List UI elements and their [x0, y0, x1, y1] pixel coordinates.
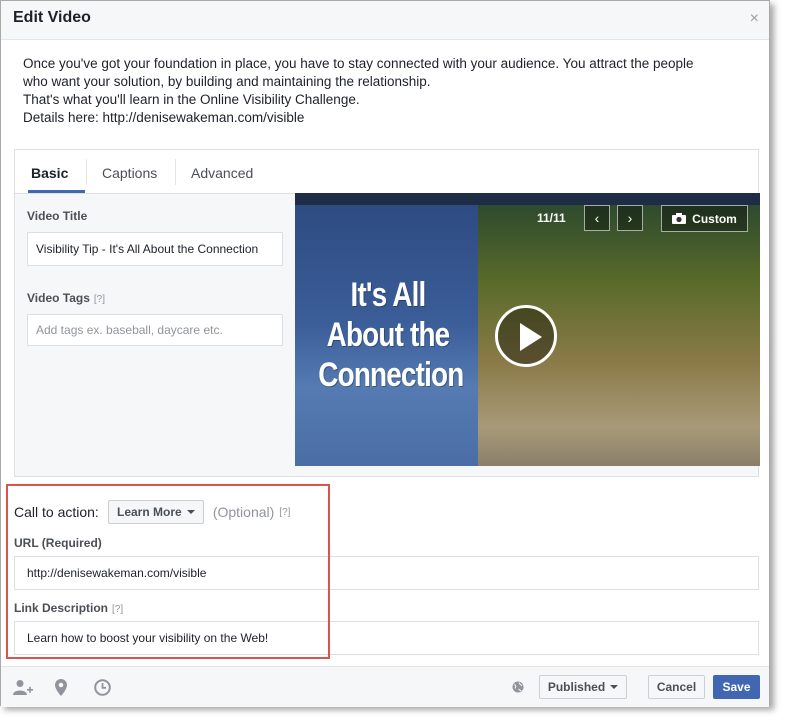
- privacy-dropdown[interactable]: Published: [539, 675, 627, 699]
- save-button[interactable]: Save: [713, 675, 760, 699]
- video-tags-label-text: Video Tags: [27, 291, 90, 305]
- tab-divider: [175, 159, 176, 185]
- link-description-label-text: Link Description: [14, 601, 109, 615]
- dialog-header: Edit Video ×: [1, 1, 769, 40]
- tag-people-icon[interactable]: [13, 679, 33, 695]
- dialog-title: Edit Video: [13, 9, 91, 26]
- video-tags-label: Video Tags [?]: [27, 291, 105, 305]
- description-line: Details here: http://denisewakeman.com/v…: [23, 110, 305, 125]
- custom-thumbnail-label: Custom: [692, 211, 737, 226]
- call-to-action-row: Call to action: Learn More (Optional) [?…: [14, 499, 290, 525]
- camera-icon: [672, 213, 687, 224]
- dialog-footer: Published Cancel Save: [1, 666, 769, 707]
- cancel-button[interactable]: Cancel: [648, 675, 705, 699]
- video-title-label: Video Title: [27, 209, 88, 223]
- help-link[interactable]: [?]: [112, 604, 123, 615]
- link-description-label: Link Description [?]: [14, 601, 123, 615]
- url-input[interactable]: http://denisewakeman.com/visible: [14, 556, 759, 590]
- play-icon[interactable]: [495, 305, 557, 367]
- video-title-input[interactable]: Visibility Tip - It's All About the Conn…: [27, 232, 283, 266]
- tab-divider: [86, 159, 87, 185]
- edit-panel: Basic Captions Advanced Video Title Visi…: [14, 149, 760, 477]
- schedule-clock-icon[interactable]: [94, 679, 111, 696]
- description-line: who want your solution, by building and …: [23, 74, 431, 89]
- description-line: Once you've got your foundation in place…: [23, 56, 694, 71]
- help-link[interactable]: [?]: [94, 294, 105, 305]
- thumbnail-counter: 11/11: [537, 211, 566, 225]
- location-icon[interactable]: [55, 679, 67, 696]
- chevron-right-icon: ›: [627, 210, 633, 226]
- call-to-action-dropdown-label: Learn More: [116, 505, 182, 519]
- tab-captions[interactable]: Captions: [102, 165, 157, 181]
- chevron-down-icon: [186, 510, 195, 514]
- chevron-left-icon: ‹: [594, 210, 600, 226]
- call-to-action-dropdown[interactable]: Learn More: [107, 500, 204, 524]
- prev-thumbnail-button[interactable]: ‹: [584, 205, 610, 231]
- url-label: URL (Required): [14, 536, 102, 550]
- active-tab-indicator: [28, 190, 85, 193]
- description-line: That's what you'll learn in the Online V…: [23, 92, 360, 107]
- edit-video-dialog: Edit Video × Once you've got your founda…: [0, 0, 770, 707]
- link-description-input[interactable]: Learn how to boost your visibility on th…: [14, 621, 759, 655]
- tab-advanced[interactable]: Advanced: [191, 165, 253, 181]
- next-thumbnail-button[interactable]: ›: [617, 205, 643, 231]
- custom-thumbnail-button[interactable]: Custom: [661, 205, 748, 232]
- privacy-dropdown-label: Published: [547, 680, 606, 694]
- chevron-down-icon: [610, 685, 619, 689]
- thumbnail-headline: It's All About the Connection: [318, 276, 464, 394]
- tab-bar: Basic Captions Advanced: [15, 150, 758, 194]
- video-description[interactable]: Once you've got your foundation in place…: [23, 55, 753, 127]
- optional-text: (Optional): [212, 504, 275, 520]
- close-icon[interactable]: ×: [750, 10, 759, 28]
- call-to-action-label: Call to action:: [14, 504, 99, 520]
- help-link[interactable]: [?]: [279, 507, 290, 518]
- globe-icon: [512, 681, 524, 693]
- tab-basic[interactable]: Basic: [31, 165, 68, 181]
- video-thumbnail-preview[interactable]: It's All About the Connection 11/11 ‹ › …: [295, 193, 760, 466]
- video-tags-input[interactable]: Add tags ex. baseball, daycare etc.: [27, 314, 283, 346]
